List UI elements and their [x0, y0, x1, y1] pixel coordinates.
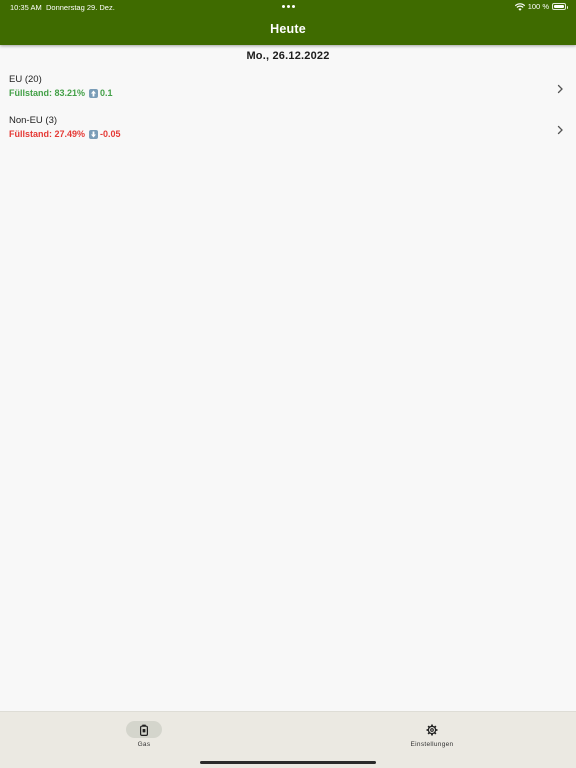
home-indicator[interactable]	[200, 761, 376, 764]
tab-label: Gas	[137, 741, 151, 748]
fill-level-change: 0.1	[100, 88, 113, 98]
app-header: 10:35 AM Donnerstag 29. Dez. 100 % Heute	[0, 0, 576, 45]
date-heading: Mo., 26.12.2022	[246, 50, 330, 62]
status-indicators: 100 %	[514, 2, 568, 11]
status-time: 10:35 AM	[10, 3, 42, 12]
tab-settings[interactable]: Einstellungen	[392, 712, 472, 760]
item-fill-level: Füllstand: 27.49% -0.05	[9, 129, 121, 139]
battery-percentage: 100 %	[527, 2, 549, 11]
gear-icon	[426, 724, 438, 736]
app-screen: 10:35 AM Donnerstag 29. Dez. 100 % Heute…	[0, 0, 576, 768]
fill-level-change: -0.05	[100, 129, 121, 139]
chevron-right-icon	[557, 125, 563, 135]
list-item-non-eu[interactable]: Non-EU (3) Füllstand: 27.49% -0.05	[0, 115, 576, 149]
arrow-up-icon	[89, 88, 99, 98]
gas-canister-icon	[139, 724, 149, 736]
list-item-eu[interactable]: EU (20) Füllstand: 83.21% 0.1	[0, 74, 576, 108]
tab-gas[interactable]: Gas	[104, 712, 184, 760]
battery-icon	[552, 3, 568, 10]
page-title: Heute	[270, 22, 306, 36]
status-date: Donnerstag 29. Dez.	[46, 3, 115, 12]
multitasking-dots-icon[interactable]	[282, 5, 295, 8]
arrow-down-icon	[89, 129, 99, 139]
chevron-right-icon	[557, 84, 563, 94]
tab-label: Einstellungen	[410, 741, 454, 748]
fill-level-label: Füllstand: 83.21%	[9, 88, 86, 98]
item-title: Non-EU (3)	[9, 115, 58, 126]
item-title: EU (20)	[9, 74, 42, 85]
item-fill-level: Füllstand: 83.21% 0.1	[9, 88, 113, 98]
fill-level-label: Füllstand: 27.49%	[9, 129, 86, 139]
status-bar: 10:35 AM Donnerstag 29. Dez. 100 %	[0, 0, 576, 14]
wifi-icon	[514, 2, 525, 11]
bottom-tab-bar: Gas Einstellungen	[0, 711, 576, 768]
